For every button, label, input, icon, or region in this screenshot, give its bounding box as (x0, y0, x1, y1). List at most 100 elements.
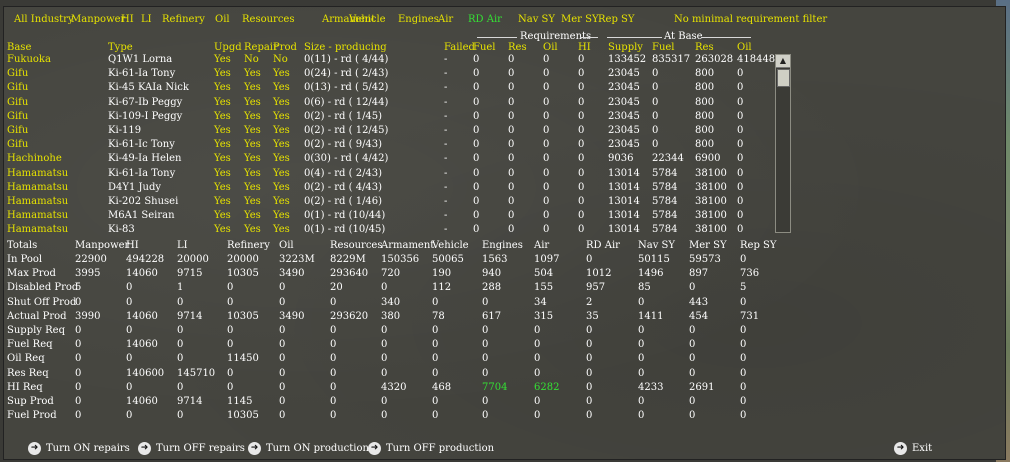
totals-cell: 6282 (534, 381, 560, 393)
totals-cell: 617 (482, 310, 502, 322)
base-name-cell[interactable]: Hamamatsu (7, 182, 68, 193)
turn-off-repairs-button[interactable]: ➜ Turn OFF repairs (138, 441, 245, 455)
table-row[interactable]: Hachinohe Ki-49-Ia Helen Yes Yes Yes 0(30) - … (7, 152, 777, 166)
table-row[interactable]: Gifu Ki-61-Ia Tony Yes Yes Yes 0(24) - rd ( 2… (7, 67, 777, 81)
base-name-cell[interactable]: Hachinohe (7, 153, 62, 164)
base-name-cell[interactable]: Fukuoka (7, 54, 51, 65)
table-row[interactable]: Fukuoka Q1W1 Lorna Yes No No 0(11) - rd ( 4/4… (7, 53, 777, 67)
filter-no-minimal-requirement-filter[interactable]: No minimal requirement filter (674, 14, 827, 25)
table-row[interactable]: Hamamatsu D4Y1 Judy Yes Yes Yes 0(2) - rd ( 4… (7, 181, 777, 195)
column-header-prod-4[interactable]: Prod (273, 42, 297, 53)
turn-on-repairs-button[interactable]: ➜ Turn ON repairs (28, 441, 130, 455)
table-row[interactable]: Gifu Ki-119 Yes Yes Yes 0(2) - rd ( 12/45) - 0 0… (7, 124, 777, 138)
table-row[interactable]: Hamamatsu Ki-83 Yes Yes Yes 0(1) - rd (10/45)… (7, 223, 777, 237)
totals-cell: 11450 (227, 353, 259, 365)
base-name-cell[interactable]: Gifu (7, 111, 28, 122)
table-cell: 0 (578, 224, 585, 236)
filter-mer-sy[interactable]: Mer SY (561, 14, 599, 25)
totals-cell: 7704 (482, 381, 508, 393)
totals-row-label: HI Req (7, 381, 43, 393)
table-cell: 0 (508, 167, 515, 179)
base-name-cell[interactable]: Gifu (7, 97, 28, 108)
table-cell: 0 (508, 82, 515, 94)
base-name-cell[interactable]: Gifu (7, 82, 28, 93)
column-header-size-producing-5[interactable]: Size - producing (304, 42, 387, 53)
column-header-oil-14[interactable]: Oil (737, 42, 752, 53)
filter-all-industry[interactable]: All Industry (14, 14, 74, 25)
table-row[interactable]: Gifu Ki-67-Ib Peggy Yes Yes Yes 0(6) - rd ( 1… (7, 96, 777, 110)
table-cell: 800 (695, 139, 715, 151)
arrow-up-icon[interactable]: ▲ (776, 55, 790, 68)
exit-button[interactable]: ➜ Exit (894, 441, 932, 455)
base-name-cell[interactable]: Gifu (7, 139, 28, 150)
table-cell: 0 (473, 125, 480, 136)
arrow-right-circle-icon: ➜ (138, 441, 151, 455)
base-name-cell[interactable]: Hamamatsu (7, 168, 68, 179)
base-name-cell[interactable]: Hamamatsu (7, 210, 68, 221)
filter-air[interactable]: Air (438, 14, 453, 25)
column-header-type-1[interactable]: Type (108, 42, 133, 53)
table-row[interactable]: Gifu Ki-109-I Peggy Yes Yes Yes 0(2) - rd ( 1… (7, 110, 777, 124)
base-name-cell[interactable]: Gifu (7, 125, 28, 136)
base-name-cell[interactable]: Hamamatsu (7, 196, 68, 207)
table-cell: 0 (508, 68, 515, 80)
exit-label: Exit (912, 442, 933, 454)
filter-manpower[interactable]: Manpower (71, 14, 125, 25)
totals-cell: 0 (126, 296, 133, 308)
filter-rd-air[interactable]: RD Air (468, 14, 502, 25)
column-header-res-8[interactable]: Res (508, 42, 527, 53)
totals-cell: 0 (126, 381, 133, 393)
column-header-supply-11[interactable]: Supply (608, 42, 643, 53)
filter-hi[interactable]: HI (121, 14, 134, 25)
totals-cell: 0 (740, 367, 747, 379)
filter-oil[interactable]: Oil (215, 14, 230, 25)
column-header-failed-6[interactable]: Failed (444, 42, 475, 53)
totals-cell: 0 (586, 339, 593, 351)
arrow-right-circle-icon: ➜ (368, 441, 381, 455)
table-cell: 23045 (608, 110, 640, 122)
filter-nav-sy[interactable]: Nav SY (518, 14, 555, 25)
turn-off-production-button[interactable]: ➜ Turn OFF production (368, 441, 494, 455)
column-header-base-0[interactable]: Base (7, 42, 31, 53)
column-header-fuel-7[interactable]: Fuel (473, 42, 496, 53)
list-scrollbar[interactable]: ▲ (775, 54, 791, 233)
filter-vehicle[interactable]: Vehicle (349, 14, 386, 25)
table-row[interactable]: Hamamatsu Ki-61-Ia Tony Yes Yes Yes 0(4) - rd… (7, 167, 777, 181)
totals-cell: 0 (126, 353, 133, 365)
aircraft-type-cell: Ki-61-Ia Tony (108, 167, 176, 179)
totals-cell: 0 (534, 325, 541, 336)
turn-on-production-button[interactable]: ➜ Turn ON production (248, 441, 369, 455)
column-header-oil-9[interactable]: Oil (543, 42, 558, 53)
filter-engines[interactable]: Engines (398, 14, 439, 25)
column-header-upgd-2[interactable]: Upgd (214, 42, 242, 53)
column-header-fuel-12[interactable]: Fuel (652, 42, 675, 53)
totals-cell: 0 (586, 325, 593, 336)
filter-rep-sy[interactable]: Rep SY (598, 14, 634, 25)
table-row[interactable]: Gifu Ki-45 KAIa Nick Yes Yes Yes 0(13) - rd (… (7, 81, 777, 95)
base-name-cell[interactable]: Hamamatsu (7, 224, 68, 235)
table-cell: - (444, 82, 448, 94)
table-row[interactable]: Gifu Ki-61-Ic Tony Yes Yes Yes 0(2) - rd ( 9/… (7, 138, 777, 152)
totals-cell: 0 (740, 325, 747, 336)
filter-li[interactable]: LI (141, 14, 152, 25)
column-header-res-13[interactable]: Res (695, 42, 714, 53)
totals-cell: 897 (689, 268, 709, 280)
arrow-right-circle-icon: ➜ (248, 441, 261, 455)
table-cell: - (444, 181, 448, 193)
filter-resources[interactable]: Resources (242, 14, 294, 25)
totals-cell: 0 (586, 410, 593, 422)
totals-cell: 0 (586, 254, 593, 265)
industry-panel: All Industry Manpower HI LI Refinery Oil Resou… (3, 6, 1006, 460)
totals-cell: 34 (534, 296, 547, 308)
totals-header-rd-air: RD Air (586, 240, 620, 251)
table-cell: 0 (543, 181, 550, 193)
table-row[interactable]: Hamamatsu M6A1 Seiran Yes Yes Yes 0(1) - rd (… (7, 209, 777, 223)
table-row[interactable]: Hamamatsu Ki-202 Shusei Yes Yes Yes 0(2) - rd… (7, 195, 777, 209)
scroll-thumb[interactable] (777, 69, 790, 87)
base-name-cell[interactable]: Gifu (7, 68, 28, 79)
table-cell: 5784 (652, 224, 678, 236)
table-cell: 9036 (608, 153, 634, 165)
column-header-hi-10[interactable]: HI (578, 42, 591, 53)
table-cell: Yes (214, 167, 231, 179)
filter-refinery[interactable]: Refinery (162, 14, 205, 25)
